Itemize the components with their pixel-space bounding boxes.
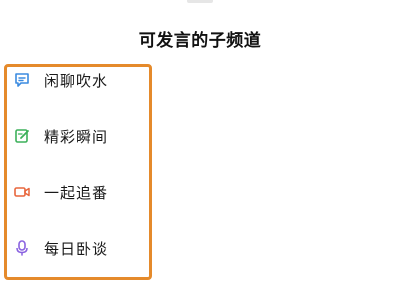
channel-item-chat[interactable]: 闲聊吹水 <box>12 66 108 94</box>
channel-label: 精彩瞬间 <box>44 127 109 146</box>
channel-label: 每日卧谈 <box>44 239 109 258</box>
edit-note-icon <box>12 126 32 146</box>
channel-item-watch-together[interactable]: 一起追番 <box>12 178 108 206</box>
channel-item-highlights[interactable]: 精彩瞬间 <box>12 122 108 150</box>
chat-bubble-icon <box>12 70 32 90</box>
video-icon <box>12 182 32 202</box>
page-title: 可发言的子频道 <box>138 31 262 51</box>
channel-label: 一起追番 <box>44 183 109 202</box>
microphone-icon <box>12 238 32 258</box>
channel-picker-screen: 可发言的子频道 闲聊吹水 精彩瞬间 一起追番 每日卧谈 <box>0 0 400 292</box>
channel-item-night-talk[interactable]: 每日卧谈 <box>12 234 108 262</box>
channel-label: 闲聊吹水 <box>44 71 109 90</box>
drag-handle[interactable] <box>187 0 213 3</box>
